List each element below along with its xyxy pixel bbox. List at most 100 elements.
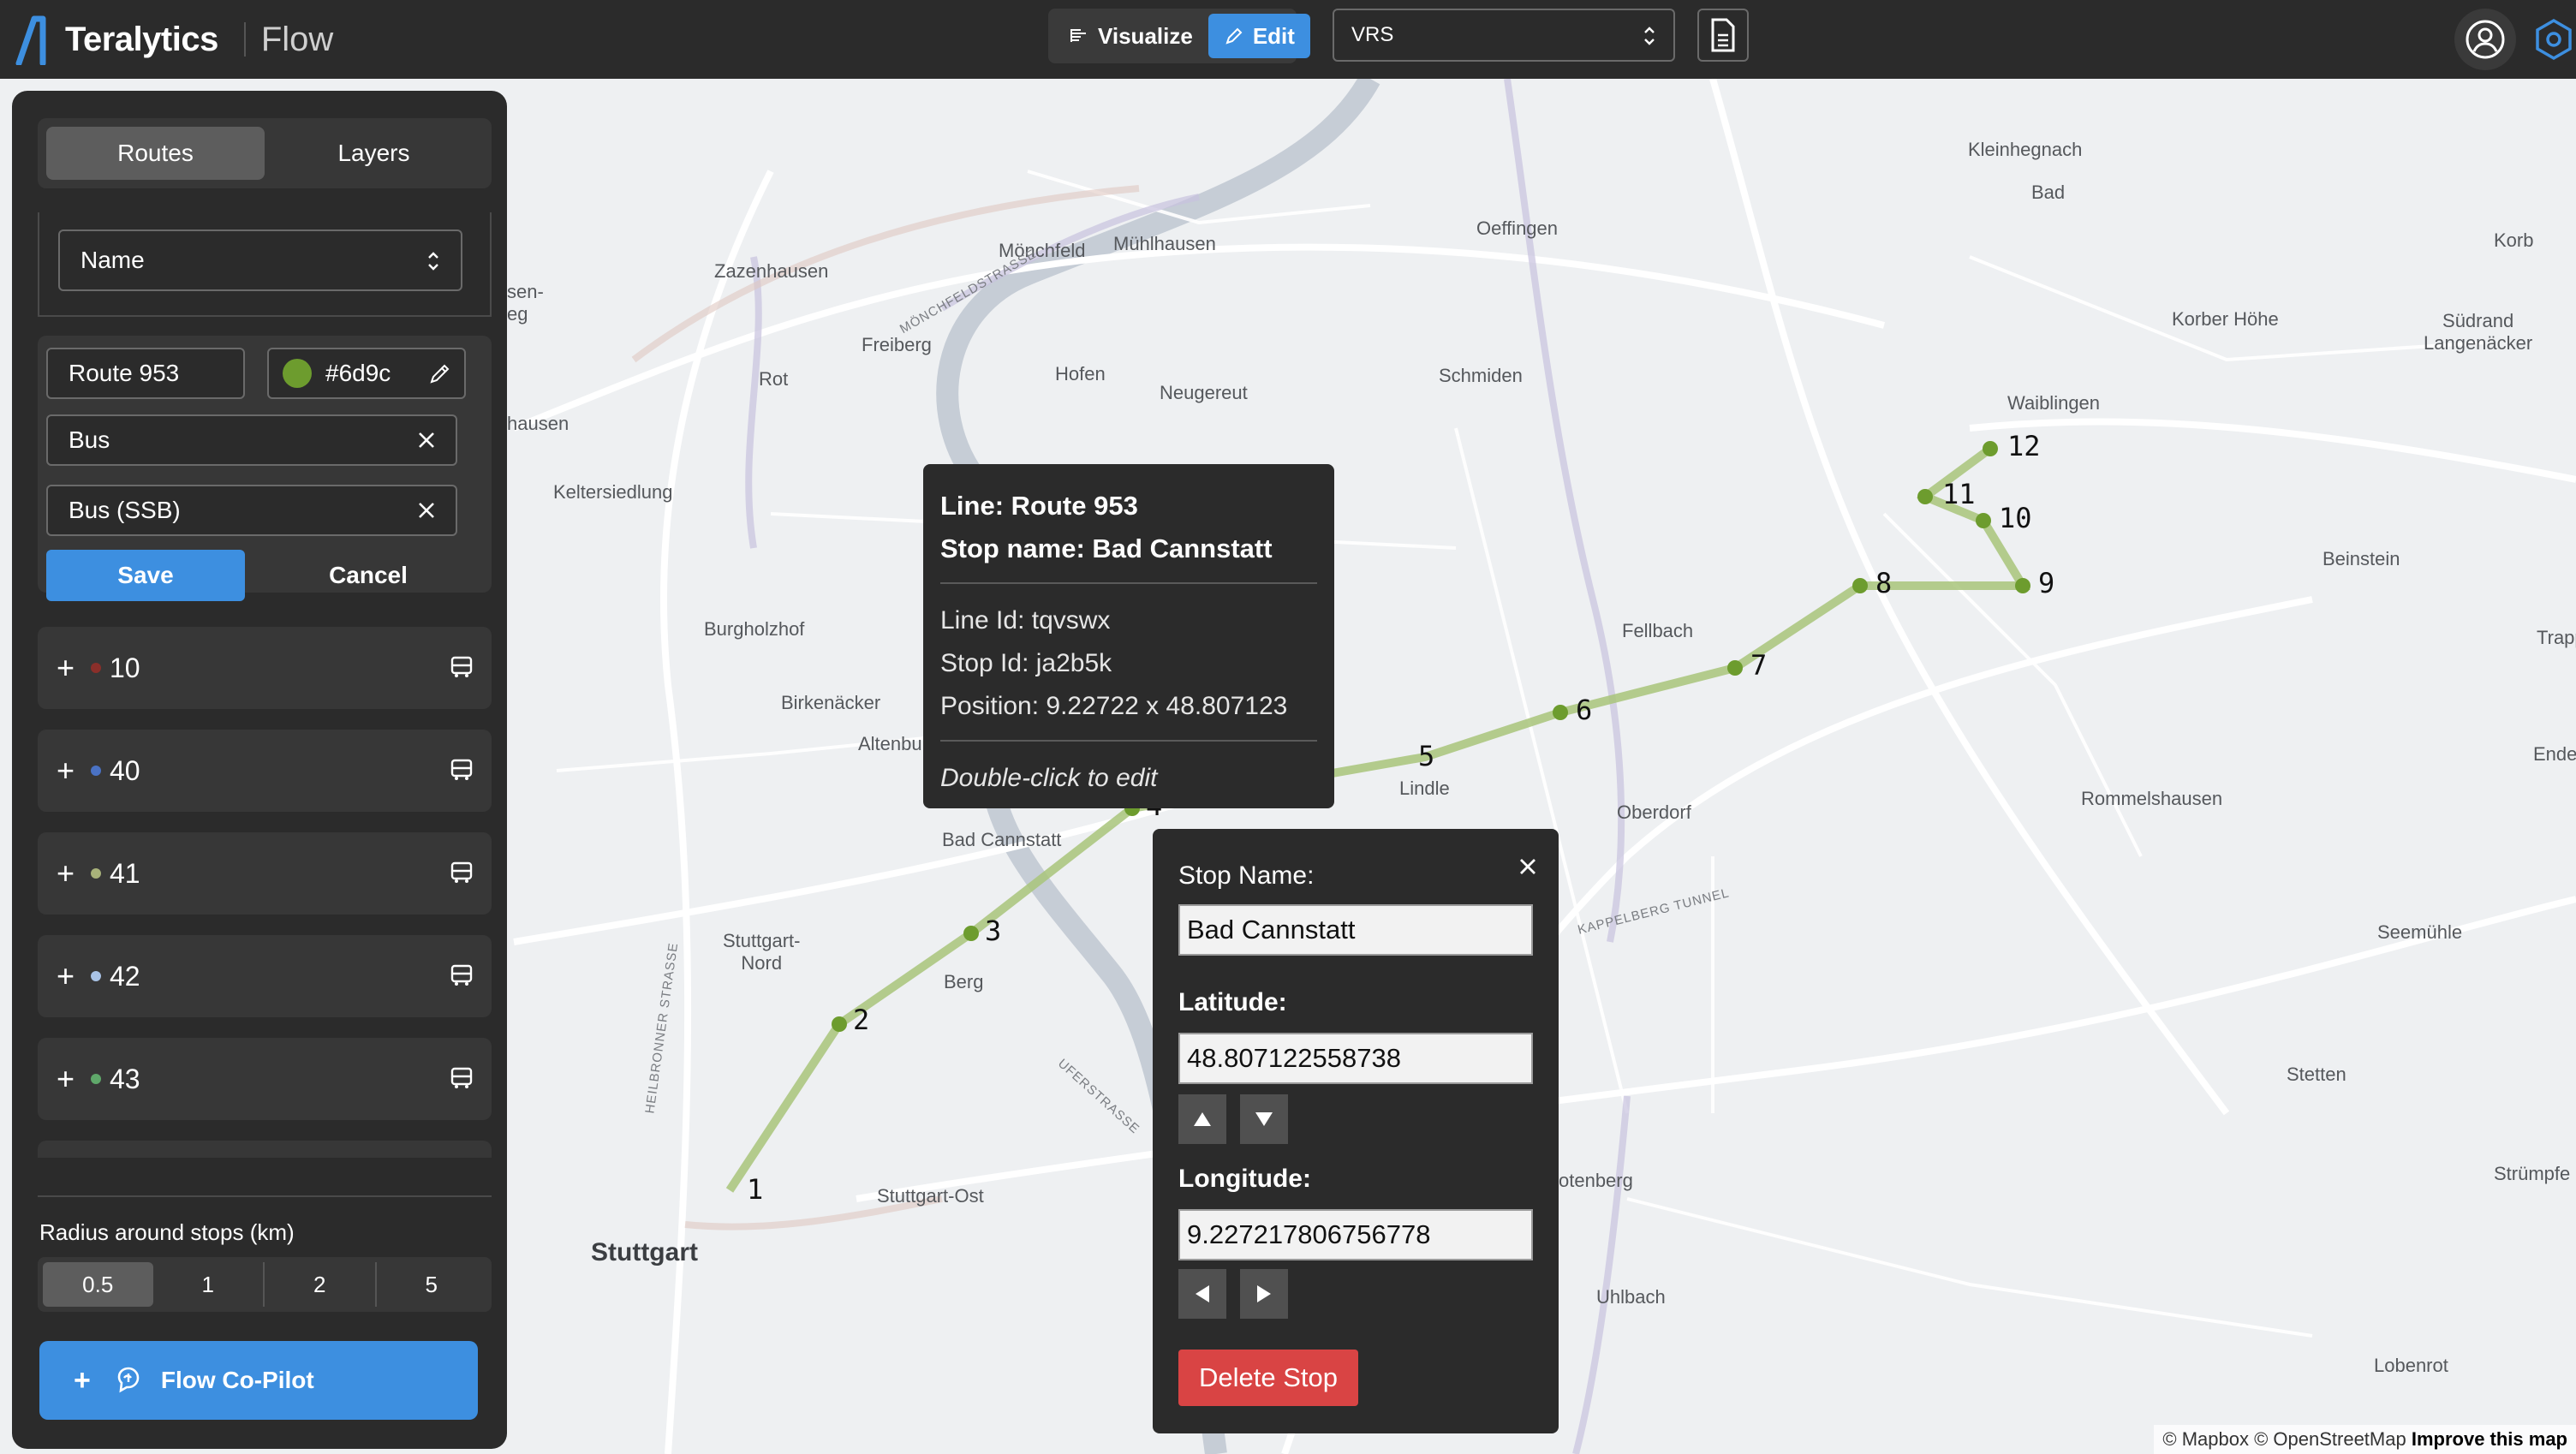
operator-select[interactable]: Bus (SSB) — [46, 485, 457, 536]
map-label: Enders — [2533, 743, 2576, 765]
stop-name-input[interactable]: Bad Cannstatt — [1178, 904, 1533, 956]
bus-icon — [450, 759, 473, 780]
close-icon[interactable] — [1518, 856, 1538, 877]
map-label: Beinstein — [2323, 548, 2400, 569]
radius-option[interactable]: 1 — [153, 1262, 264, 1307]
radius-option[interactable]: 2 — [263, 1262, 375, 1307]
brain-icon — [117, 1367, 140, 1393]
edit-button[interactable]: Edit — [1208, 14, 1310, 58]
route-name-input[interactable]: Route 953 — [46, 348, 245, 399]
flow-copilot-button[interactable]: + Flow Co-Pilot — [39, 1341, 478, 1420]
route-list-item[interactable]: + 40 — [38, 730, 492, 812]
tooltip-stop-id: Stop Id: ja2b5k — [940, 649, 1112, 677]
attribution-text: © Mapbox © OpenStreetMap — [2162, 1428, 2406, 1450]
stop-number: 1 — [747, 1173, 764, 1206]
expand-plus-icon[interactable]: + — [57, 958, 82, 994]
longitude-right-button[interactable] — [1240, 1269, 1288, 1319]
cancel-button[interactable]: Cancel — [269, 550, 468, 601]
document-button[interactable] — [1697, 9, 1749, 62]
stop-editor-panel: Stop Name: Bad Cannstatt Latitude: 48.80… — [1153, 829, 1559, 1433]
map-label: Berg — [944, 971, 984, 992]
route-color-input[interactable]: #6d9c — [267, 348, 466, 399]
chevron-updown-icon — [428, 252, 438, 271]
edit-label: Edit — [1252, 22, 1295, 49]
visualize-button[interactable]: Visualize — [1053, 14, 1208, 58]
map-label: Lindle — [1399, 778, 1450, 799]
map-label: Burgholzhof — [704, 618, 805, 640]
map-label: Trappe — [2537, 627, 2576, 648]
dataset-select[interactable]: VRS — [1333, 9, 1675, 62]
copilot-label: Flow Co-Pilot — [160, 1367, 314, 1393]
radius-label: Radius around stops (km) — [39, 1219, 295, 1245]
radius-option[interactable]: 5 — [374, 1262, 487, 1307]
mode-toggle: Visualize Edit — [1048, 9, 1310, 63]
tooltip-stop-name: Stop name: Bad Cannstatt — [940, 533, 1273, 563]
user-icon — [2466, 20, 2505, 59]
route-name: 41 — [110, 857, 140, 889]
arrow-left-icon — [1196, 1285, 1209, 1302]
map-label: hausen — [507, 413, 569, 434]
map-label: Neugereut — [1160, 382, 1248, 403]
bus-icon — [450, 1067, 473, 1088]
map-label: Rommelshausen — [2081, 788, 2223, 809]
expand-plus-icon[interactable]: + — [57, 650, 82, 686]
map-label: Altenbu — [858, 733, 922, 754]
sort-select[interactable]: Name — [58, 229, 462, 291]
logo[interactable]: Teralytics Flow — [14, 9, 333, 70]
latitude-down-button[interactable] — [1240, 1094, 1288, 1144]
clear-icon[interactable] — [414, 498, 438, 522]
map-label: Freiberg — [862, 334, 932, 355]
route-color-dot — [91, 1074, 101, 1084]
color-swatch[interactable] — [283, 359, 312, 388]
route-list-item-partial[interactable] — [38, 1141, 492, 1158]
route-list-item[interactable]: + 10 — [38, 627, 492, 709]
delete-stop-button[interactable]: Delete Stop — [1178, 1350, 1358, 1406]
map-label: Stuttgart-Ost — [877, 1185, 984, 1207]
map-label: Oeffingen — [1476, 218, 1559, 239]
operator-value: Bus (SSB) — [69, 497, 181, 523]
expand-plus-icon[interactable]: + — [57, 753, 82, 789]
radius-selector: 0.5 1 2 5 — [38, 1257, 492, 1312]
stop-number: 5 — [1418, 740, 1435, 772]
map-label-city: Stuttgart — [591, 1238, 698, 1266]
save-button[interactable]: Save — [46, 550, 245, 601]
route-name: 43 — [110, 1063, 140, 1094]
settings-button[interactable] — [2530, 14, 2576, 65]
longitude-left-button[interactable] — [1178, 1269, 1226, 1319]
route-edit-form: Route 953 #6d9c Bus Bus (SSB) Save Cance… — [38, 336, 492, 601]
route-color-dot — [91, 766, 101, 776]
brand-name: Teralytics — [65, 20, 218, 58]
stop-number: 9 — [2038, 567, 2055, 599]
map-label: Korber Höhe — [2172, 308, 2279, 330]
tooltip-hint: Double-click to edit — [940, 764, 1158, 792]
stop-number: 7 — [1750, 649, 1768, 682]
latitude-input[interactable]: 48.807122558738 — [1178, 1033, 1533, 1084]
clear-icon[interactable] — [414, 428, 438, 452]
tooltip-divider — [940, 582, 1317, 584]
latitude-label: Latitude: — [1178, 988, 1287, 1016]
visualize-label: Visualize — [1098, 22, 1193, 49]
sort-value: Name — [80, 247, 145, 273]
map-label: sen- eg — [507, 281, 544, 325]
expand-plus-icon[interactable]: + — [57, 855, 82, 891]
tab-layers[interactable]: Layers — [265, 127, 483, 180]
radius-option[interactable]: 0.5 — [43, 1262, 153, 1307]
map-label: Birkenäcker — [781, 692, 881, 713]
route-color-dot — [91, 971, 101, 981]
route-list-item[interactable]: + 41 — [38, 832, 492, 915]
improve-map-link[interactable]: Improve this map — [2412, 1428, 2567, 1450]
stop-number: 2 — [853, 1004, 870, 1036]
expand-plus-icon[interactable]: + — [57, 1061, 82, 1097]
transport-mode-select[interactable]: Bus — [46, 414, 457, 466]
tab-routes[interactable]: Routes — [46, 127, 265, 180]
longitude-input[interactable]: 9.227217806756778 — [1178, 1209, 1533, 1260]
color-hex-value: #6d9c — [325, 360, 391, 386]
route-list-item[interactable]: + 42 — [38, 935, 492, 1017]
eyedropper-icon[interactable] — [428, 363, 450, 385]
arrow-down-icon — [1255, 1112, 1273, 1126]
latitude-up-button[interactable] — [1178, 1094, 1226, 1144]
tooltip-position: Position: 9.22722 x 48.807123 — [940, 692, 1288, 720]
user-account-button[interactable] — [2454, 9, 2516, 70]
map-label: Zazenhausen — [714, 260, 829, 282]
route-list-item[interactable]: + 43 — [38, 1038, 492, 1120]
